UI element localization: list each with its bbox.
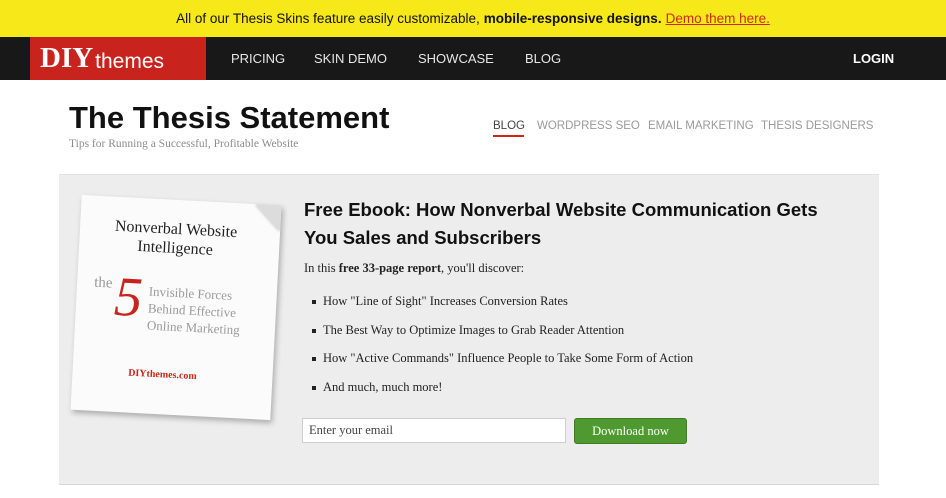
intro-prefix: In this — [304, 261, 336, 275]
promo-demo-link[interactable]: Demo them here. — [666, 11, 770, 26]
list-item: And much, much more! — [312, 380, 693, 409]
bullet-icon — [312, 357, 316, 361]
benefit-list: How "Line of Sight" Increases Conversion… — [312, 294, 693, 408]
subnav-wordpress-seo[interactable]: WORDPRESS SEO — [537, 120, 640, 132]
subnav-thesis-designers[interactable]: THESIS DESIGNERS — [761, 120, 873, 132]
nav-item-blog[interactable]: BLOG — [525, 37, 561, 80]
list-item: The Best Way to Optimize Images to Grab … — [312, 323, 693, 352]
list-item: How "Line of Sight" Increases Conversion… — [312, 294, 693, 323]
list-item-text: And much, much more! — [323, 379, 443, 394]
promo-bar: All of our Thesis Skins feature easily c… — [0, 0, 946, 37]
download-now-button[interactable]: Download now — [574, 418, 687, 444]
ebook-cover: Nonverbal Website Intelligence the 5 Inv… — [70, 194, 282, 421]
subnav-email-marketing[interactable]: EMAIL MARKETING — [648, 120, 754, 132]
intro-suffix: , you'll discover: — [441, 261, 525, 275]
logo-themes: themes — [95, 49, 165, 73]
list-item-text: How "Active Commands" Influence People t… — [323, 351, 694, 365]
site-tagline: Tips for Running a Successful, Profitabl… — [69, 138, 299, 150]
login-link[interactable]: LOGIN — [853, 37, 894, 80]
logo-diy: DIY — [40, 42, 94, 74]
list-item: How "Active Commands" Influence People t… — [312, 351, 693, 380]
ebook-brand: DIYthemes.com — [127, 367, 197, 383]
ebook-number: 5 — [112, 265, 145, 330]
ebook-title: Nonverbal Website Intelligence — [114, 217, 238, 259]
ebook-the: the — [93, 274, 113, 292]
nav-item-showcase[interactable]: SHOWCASE — [418, 37, 494, 80]
offer-heading: Free Ebook: How Nonverbal Website Commun… — [304, 199, 818, 248]
list-item-text: How "Line of Sight" Increases Conversion… — [323, 294, 568, 308]
nav-item-skin-demo[interactable]: SKIN DEMO — [314, 37, 387, 80]
bullet-icon — [312, 385, 316, 390]
promo-text: All of our Thesis Skins feature easily c… — [176, 11, 480, 26]
nav-item-pricing[interactable]: PRICING — [231, 37, 285, 80]
offer-intro: In this free 33-page report, you'll disc… — [304, 261, 524, 276]
bullet-icon — [312, 328, 316, 333]
site-title[interactable]: The Thesis Statement — [69, 100, 389, 136]
email-field[interactable] — [302, 418, 566, 443]
diythemes-logo[interactable]: DIY themes — [30, 37, 206, 80]
bullet-icon — [312, 300, 316, 304]
ebook-subtitle: Invisible Forces Behind Effective Online… — [146, 283, 241, 338]
active-tab-underline — [493, 135, 524, 137]
main-nav: DIY themes PRICING SKIN DEMO SHOWCASE BL… — [0, 37, 946, 80]
subnav-blog[interactable]: BLOG — [493, 120, 525, 132]
intro-bold: free 33-page report — [338, 261, 442, 275]
promo-bold-text: mobile-responsive designs. — [483, 11, 662, 26]
list-item-text: The Best Way to Optimize Images to Grab … — [323, 322, 625, 337]
panel-divider — [59, 484, 879, 485]
